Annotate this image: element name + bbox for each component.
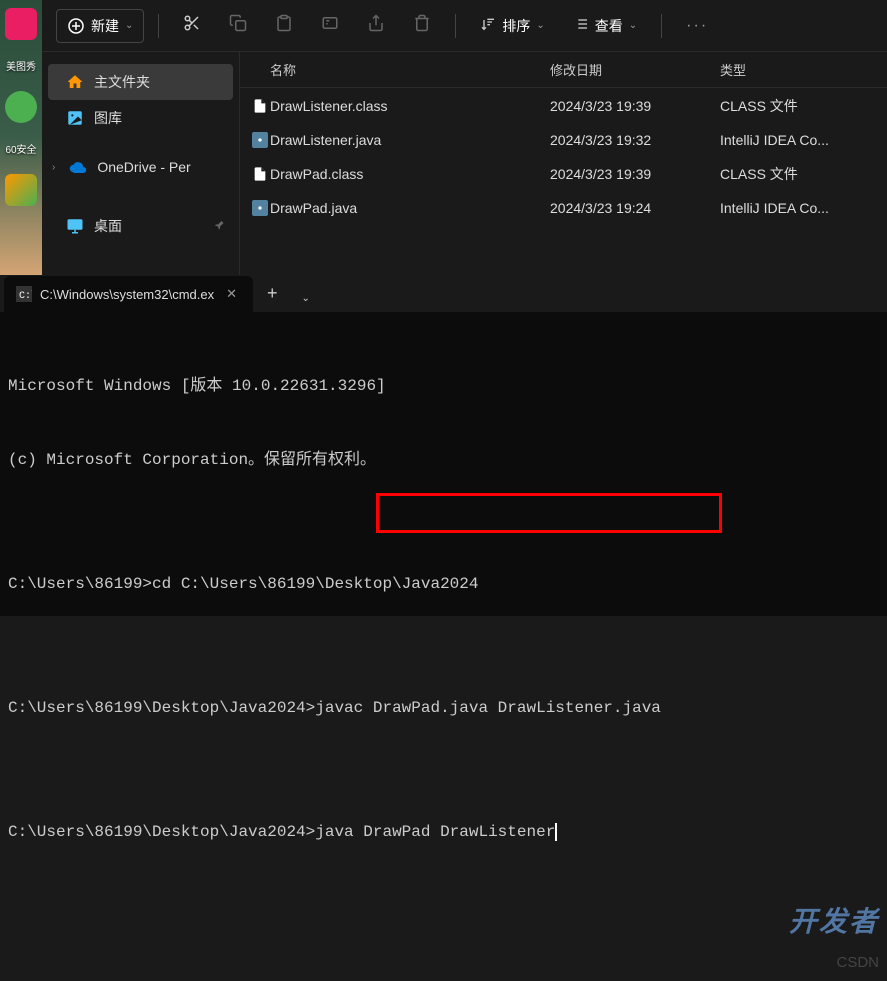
file-name: DrawPad.class: [270, 166, 550, 182]
file-type: CLASS 文件: [720, 164, 887, 184]
terminal-line: (c) Microsoft Corporation。保留所有权利。: [8, 448, 879, 473]
file-date: 2024/3/23 19:39: [550, 166, 720, 182]
file-date: 2024/3/23 19:39: [550, 98, 720, 114]
gallery-icon: [66, 109, 84, 127]
desktop-icon-meitu[interactable]: [5, 8, 37, 40]
desktop-icon: [66, 217, 84, 235]
share-button[interactable]: [357, 8, 395, 43]
chevron-right-icon: ›: [52, 162, 55, 173]
sidebar-item-onedrive[interactable]: › OneDrive - Per: [42, 150, 239, 184]
cursor: [555, 823, 557, 841]
separator: [661, 14, 662, 38]
sidebar-item-label: OneDrive - Per: [97, 159, 190, 175]
sidebar: 主文件夹 图库 › OneDrive - Per: [42, 52, 240, 275]
file-list-header: 名称 修改日期 类型: [240, 52, 887, 88]
column-header-name[interactable]: 名称: [240, 60, 550, 79]
file-list-area: 名称 修改日期 类型 DrawListener.class2024/3/23 1…: [240, 52, 887, 275]
rename-button[interactable]: [311, 8, 349, 43]
terminal-tab-title: C:\Windows\system32\cmd.ex: [40, 287, 214, 302]
file-name: DrawPad.java: [270, 200, 550, 216]
svg-text:C:\: C:\: [19, 290, 32, 302]
cut-button[interactable]: [173, 8, 211, 43]
watermark-logo: 开发者: [789, 903, 879, 946]
desktop-icon-app[interactable]: [5, 174, 37, 206]
file-date: 2024/3/23 19:32: [550, 132, 720, 148]
sidebar-item-label: 主文件夹: [94, 72, 150, 92]
file-explorer-window: 新建 ⌄ 排序 ⌄: [42, 0, 887, 275]
file-row[interactable]: DrawListener.class2024/3/23 19:39CLASS 文…: [240, 88, 887, 124]
file-icon: [240, 132, 270, 148]
terminal-line: Microsoft Windows [版本 10.0.22631.3296]: [8, 374, 879, 399]
terminal-tab-bar: C:\ C:\Windows\system32\cmd.ex ✕ + ⌄: [0, 275, 887, 312]
file-icon: [240, 166, 270, 182]
chevron-down-icon: ⌄: [125, 20, 133, 31]
chevron-down-icon: ⌄: [629, 20, 637, 31]
terminal-body[interactable]: Microsoft Windows [版本 10.0.22631.3296] (…: [0, 312, 887, 981]
terminal-window: C:\ C:\Windows\system32\cmd.ex ✕ + ⌄ Mic…: [0, 275, 887, 616]
sidebar-item-label: 图库: [94, 108, 122, 128]
file-name: DrawListener.class: [270, 98, 550, 114]
desktop-icon-360[interactable]: [5, 91, 37, 123]
separator: [455, 14, 456, 38]
sidebar-item-gallery[interactable]: 图库: [42, 100, 239, 136]
terminal-line: C:\Users\86199>cd C:\Users\86199\Desktop…: [8, 572, 879, 597]
paste-button[interactable]: [265, 8, 303, 43]
sidebar-item-label: 桌面: [94, 216, 122, 236]
file-row[interactable]: DrawPad.java2024/3/23 19:24IntelliJ IDEA…: [240, 192, 887, 224]
sidebar-item-home[interactable]: 主文件夹: [48, 64, 233, 100]
sort-button[interactable]: 排序 ⌄: [470, 10, 554, 42]
explorer-toolbar: 新建 ⌄ 排序 ⌄: [42, 0, 887, 52]
view-button[interactable]: 查看 ⌄: [563, 10, 647, 42]
file-icon: [240, 98, 270, 114]
terminal-tab[interactable]: C:\ C:\Windows\system32\cmd.ex ✕: [4, 276, 253, 312]
file-row[interactable]: DrawPad.class2024/3/23 19:39CLASS 文件: [240, 156, 887, 192]
file-date: 2024/3/23 19:24: [550, 200, 720, 216]
explorer-body: 主文件夹 图库 › OneDrive - Per: [42, 52, 887, 275]
sort-icon: [480, 16, 496, 35]
file-row[interactable]: DrawListener.java2024/3/23 19:32IntelliJ…: [240, 124, 887, 156]
new-button[interactable]: 新建 ⌄: [56, 9, 144, 43]
pin-icon: [213, 219, 225, 234]
close-tab-button[interactable]: ✕: [222, 284, 241, 304]
terminal-line: C:\Users\86199\Desktop\Java2024>java Dra…: [8, 820, 879, 845]
plus-icon: [67, 17, 85, 35]
more-button[interactable]: ···: [676, 11, 718, 41]
file-type: IntelliJ IDEA Co...: [720, 200, 887, 216]
desktop-label: 60安全: [5, 141, 36, 156]
separator: [158, 14, 159, 38]
chevron-down-icon: ⌄: [536, 20, 544, 31]
delete-button[interactable]: [403, 8, 441, 43]
file-icon: [240, 200, 270, 216]
desktop-label: 美图秀: [6, 58, 36, 73]
home-icon: [66, 73, 84, 91]
file-type: CLASS 文件: [720, 96, 887, 116]
onedrive-icon: [69, 158, 87, 176]
sort-button-label: 排序: [502, 16, 530, 36]
view-button-label: 查看: [595, 16, 623, 36]
desktop-icons-strip: 美图秀 60安全: [0, 0, 42, 275]
new-tab-button[interactable]: +: [253, 275, 292, 312]
copy-button[interactable]: [219, 8, 257, 43]
terminal-line: C:\Users\86199\Desktop\Java2024>javac Dr…: [8, 696, 879, 721]
column-header-type[interactable]: 类型: [720, 60, 887, 79]
file-name: DrawListener.java: [270, 132, 550, 148]
tab-dropdown-button[interactable]: ⌄: [292, 285, 320, 312]
cmd-icon: C:\: [16, 286, 32, 302]
column-header-date[interactable]: 修改日期: [550, 60, 720, 79]
highlight-annotation: [376, 493, 722, 533]
view-icon: [573, 16, 589, 35]
sidebar-item-desktop[interactable]: 桌面: [42, 208, 239, 244]
new-button-label: 新建: [91, 16, 119, 36]
watermark-text: CSDN: [836, 951, 879, 974]
file-type: IntelliJ IDEA Co...: [720, 132, 887, 148]
